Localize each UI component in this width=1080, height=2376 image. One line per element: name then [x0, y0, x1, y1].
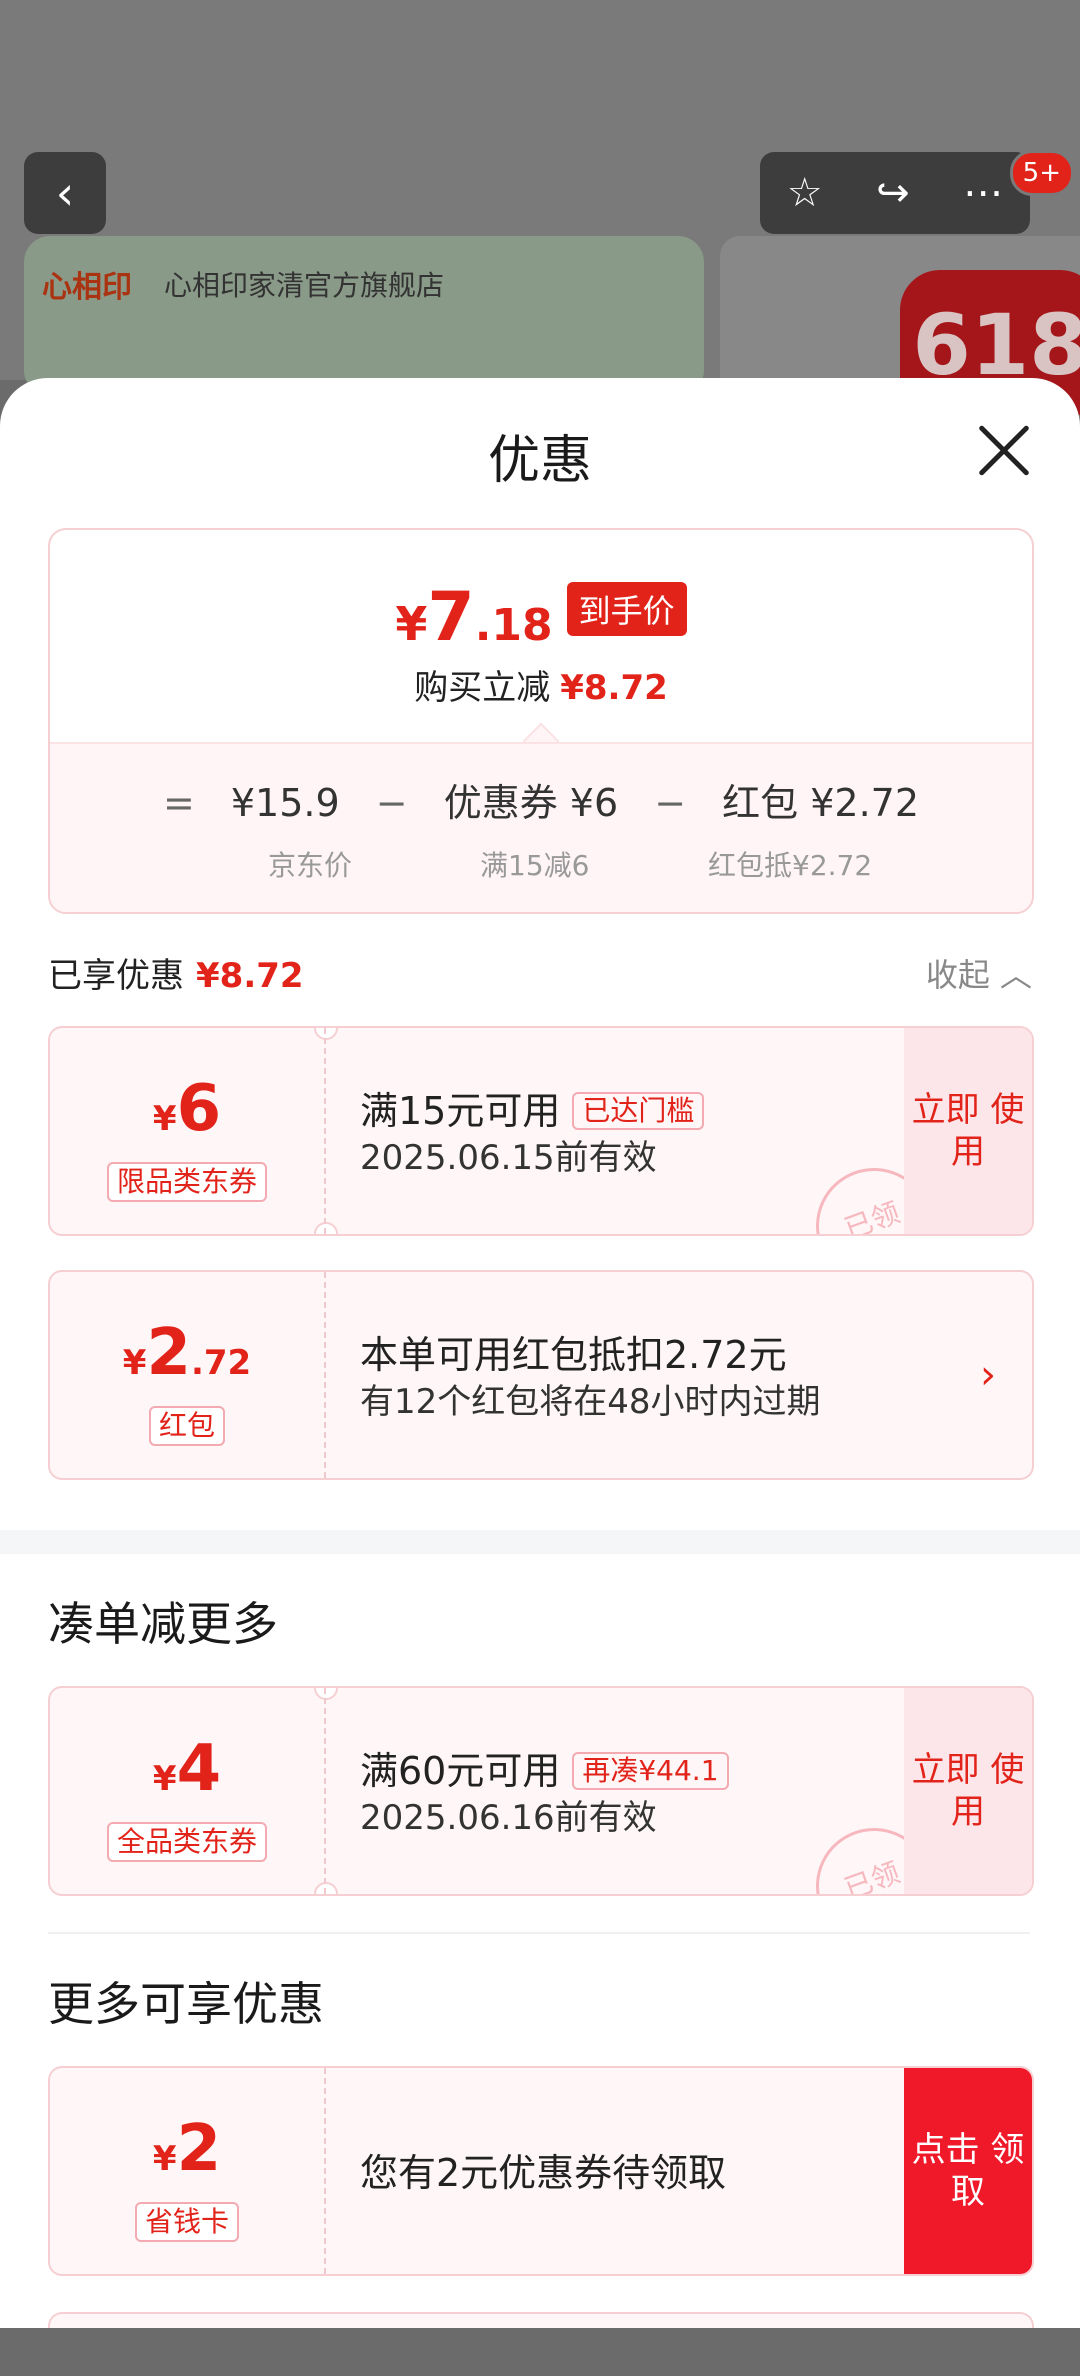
coupon-condition: 满60元可用 再凑¥44.1: [360, 1740, 729, 1795]
price-summary: ¥7.18 到手价 购买立减 ¥8.72 = ¥15.9 − 优惠券 ¥6 − 红包…: [48, 528, 1034, 914]
redpacket-kind: 红包: [148, 1406, 226, 1446]
coupon-expiry: 2025.06.15前有效: [360, 1138, 657, 1178]
price-int: 7: [427, 578, 475, 657]
chevron-right-icon[interactable]: ›: [980, 1352, 996, 1398]
chevron-left-icon: ‹: [55, 166, 75, 220]
store-name: 心相印家清官方旗舰店: [164, 269, 445, 302]
close-icon[interactable]: [976, 422, 1032, 478]
minus-sign: −: [375, 781, 408, 825]
redpacket-desc: 本单可用红包抵扣2.72元: [360, 1333, 787, 1377]
background-page: ‹ ☆ ↪ ⋯ 5+ 心相印 心相印家清官方旗舰店 618: [0, 0, 1080, 420]
sheet-title: 优惠: [487, 431, 592, 491]
star-icon[interactable]: ☆: [787, 170, 823, 216]
coupon-kind: 省钱卡: [134, 2202, 240, 2242]
section-divider: [0, 1530, 1080, 1554]
threshold-badge: 再凑¥44.1: [572, 1752, 729, 1790]
savings-card-coupon[interactable]: ¥2 省钱卡 您有2元优惠券待领取 点击 领取: [48, 2066, 1034, 2276]
redpacket-amount: ¥2.72: [122, 1316, 252, 1390]
jd-price-label: 京东价: [268, 849, 353, 882]
divider-line: [48, 1932, 1030, 1934]
section-title-extra: 更多可享优惠: [48, 1977, 324, 2031]
coupon-expiry: 2025.06.16前有效: [360, 1798, 657, 1838]
share-icon[interactable]: ↪: [876, 170, 910, 216]
minus-sign: −: [654, 781, 687, 825]
coupon-amount: ¥4: [152, 1732, 222, 1806]
store-logo: 心相印: [42, 270, 132, 305]
more-icon[interactable]: ⋯: [963, 170, 1003, 216]
collapse-button[interactable]: 收起 ︿: [926, 950, 1032, 996]
coupon-deduction: 优惠券 ¥6: [443, 781, 619, 825]
coupon-desc: 您有2元优惠券待领取: [360, 2151, 727, 2195]
coupon-card[interactable]: ¥4 全品类东券 满60元可用 再凑¥44.1 2025.06.16前有效 已领 …: [48, 1686, 1034, 1896]
price-breakdown: = ¥15.9 − 优惠券 ¥6 − 红包 ¥2.72 京东价 满15减6 红包…: [50, 742, 1032, 912]
coupon-amount: ¥6: [152, 1072, 222, 1146]
enjoyed-discount: 已享优惠 ¥8.72: [48, 948, 304, 997]
section-title-more: 凑单减更多: [48, 1597, 278, 1651]
yen-symbol: ¥: [395, 597, 428, 651]
coupon-card[interactable]: ¥6 限品类东券 满15元可用 已达门槛 2025.06.15前有效 已领 立即 …: [48, 1026, 1034, 1236]
redpacket-card[interactable]: ¥2.72 红包 本单可用红包抵扣2.72元 有12个红包将在48小时内过期 ›: [48, 1270, 1034, 1480]
coupon-label: 满15减6: [480, 849, 590, 882]
discount-sheet: 优惠 ¥7.18 到手价 购买立减 ¥8.72 = ¥15.9 − 优惠券 ¥6 −…: [0, 378, 1080, 2354]
equals-sign: =: [162, 781, 195, 825]
coupon-amount: ¥2: [152, 2112, 222, 2186]
bottom-bar: [0, 2328, 1080, 2376]
reduce-amount: ¥8.72: [560, 668, 668, 708]
store-banner[interactable]: 心相印 心相印家清官方旗舰店: [24, 236, 704, 396]
back-button[interactable]: ‹: [24, 152, 106, 234]
price-dec: .18: [474, 600, 553, 651]
redpacket-deduction: 红包 ¥2.72: [722, 781, 920, 825]
jd-price: ¥15.9: [230, 781, 340, 825]
use-now-button[interactable]: 立即 使用: [904, 1688, 1032, 1894]
reduce-line: 购买立减 ¥8.72: [50, 660, 1032, 709]
top-actions: ☆ ↪ ⋯: [760, 152, 1030, 234]
reduce-label: 购买立减: [414, 668, 551, 708]
final-price-tag: 到手价: [566, 582, 687, 636]
coupon-condition: 满15元可用 已达门槛: [360, 1080, 705, 1135]
final-price: ¥7.18 到手价: [50, 578, 1032, 657]
enjoyed-amount: ¥8.72: [196, 956, 304, 996]
claim-button[interactable]: 点击 领取: [904, 2068, 1032, 2274]
notification-badge: 5+: [1009, 150, 1074, 196]
enjoyed-label: 已享优惠: [48, 956, 184, 996]
coupon-kind: 限品类东券: [106, 1162, 268, 1202]
redpacket-expiry: 有12个红包将在48小时内过期: [360, 1382, 821, 1422]
redpacket-label: 红包抵¥2.72: [708, 849, 873, 882]
coupon-kind: 全品类东券: [106, 1822, 268, 1862]
use-now-button[interactable]: 立即 使用: [904, 1028, 1032, 1234]
threshold-badge: 已达门槛: [572, 1092, 705, 1130]
